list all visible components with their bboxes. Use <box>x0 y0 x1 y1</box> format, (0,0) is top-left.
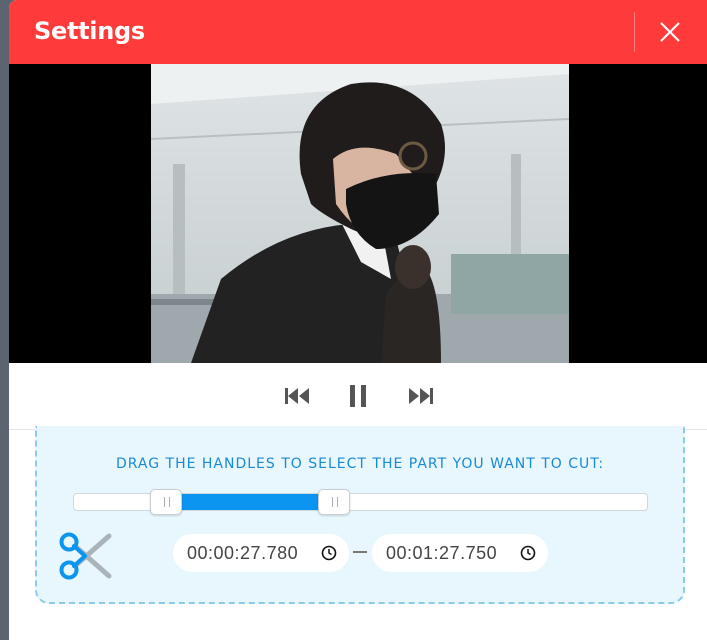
scissors-icon <box>59 532 112 580</box>
time-separator <box>353 551 367 553</box>
clock-icon[interactable] <box>321 545 337 561</box>
close-icon <box>660 22 680 42</box>
skip-back-icon <box>285 388 309 404</box>
clock-icon[interactable] <box>520 545 536 561</box>
skip-back-button[interactable] <box>283 383 311 409</box>
playback-controls <box>9 363 707 430</box>
header-divider <box>634 12 635 52</box>
pause-button[interactable] <box>345 383 373 409</box>
dialog-title: Settings <box>34 17 145 45</box>
video-preview[interactable] <box>9 64 707 363</box>
video-frame <box>151 64 569 363</box>
start-handle[interactable] <box>149 489 182 515</box>
close-button[interactable] <box>652 14 688 50</box>
start-time-field[interactable] <box>173 534 349 572</box>
dialog-header: Settings <box>9 0 707 64</box>
selected-range <box>165 494 334 510</box>
cut-button[interactable] <box>59 532 113 580</box>
video-frame-image <box>151 64 569 363</box>
settings-dialog: Settings DRAG THE HANDLES TO SELECT THE … <box>9 0 707 640</box>
skip-forward-icon <box>409 388 433 404</box>
trim-instruction: DRAG THE HANDLES TO SELECT THE PART YOU … <box>115 456 605 472</box>
pause-icon <box>350 385 366 407</box>
end-handle[interactable] <box>317 489 350 515</box>
start-time-input[interactable] <box>187 534 307 572</box>
trim-box: DRAG THE HANDLES TO SELECT THE PART YOU … <box>35 426 685 604</box>
trim-panel: DRAG THE HANDLES TO SELECT THE PART YOU … <box>9 426 707 640</box>
trim-slider-track[interactable] <box>73 489 648 515</box>
end-time-field[interactable] <box>372 534 548 572</box>
skip-forward-button[interactable] <box>407 383 435 409</box>
end-time-input[interactable] <box>386 534 506 572</box>
